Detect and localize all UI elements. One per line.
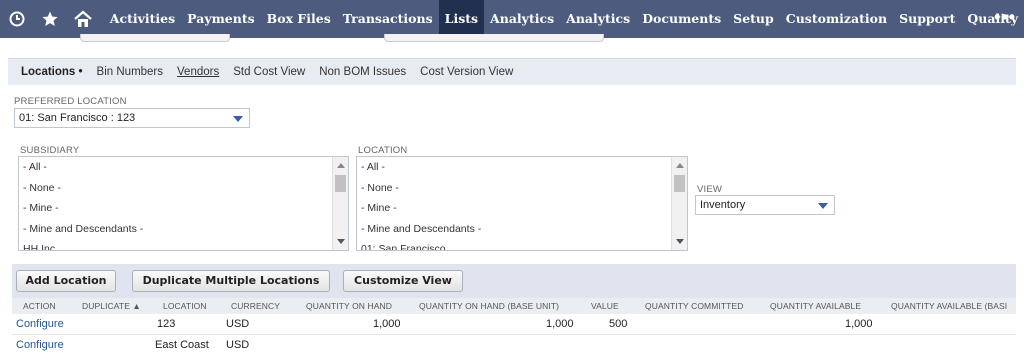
column-header-quantity-available[interactable]: QUANTITY AVAILABLE [770, 301, 861, 311]
chevron-down-icon [818, 203, 828, 209]
location-option[interactable]: - None - [357, 178, 687, 199]
location-option[interactable]: - All - [357, 157, 687, 178]
location-listbox[interactable]: - All - - None - - Mine - - Mine and Des… [356, 156, 688, 251]
column-header-quantity-on-hand[interactable]: QUANTITY ON HAND [306, 301, 392, 311]
location-option[interactable]: - Mine - [357, 198, 687, 219]
tab-vendors-label: Vendors [177, 66, 220, 78]
location-scrollbar[interactable] [671, 157, 687, 250]
menu-support[interactable]: Support [893, 0, 961, 38]
row-quantity-available: 1,000 [845, 318, 873, 330]
subsidiary-scrollbar[interactable] [332, 157, 348, 250]
menu-documents[interactable]: Documents [636, 0, 727, 38]
row-quantity-on-hand-base: 1,000 [546, 318, 574, 330]
star-icon[interactable] [33, 0, 66, 38]
menu-analytics[interactable]: Analytics [484, 0, 560, 38]
menu-setup[interactable]: Setup [727, 0, 780, 38]
menu-transactions[interactable]: Transactions [337, 0, 439, 38]
column-header-quantity-on-hand-base[interactable]: QUANTITY ON HAND (BASE UNIT) [419, 301, 559, 311]
scroll-down-icon[interactable] [337, 239, 345, 244]
secondary-field-edge [384, 34, 604, 42]
menu-customization[interactable]: Customization [780, 0, 893, 38]
home-icon[interactable] [67, 0, 100, 38]
location-label: LOCATION [358, 145, 408, 156]
row-location: 123 [157, 318, 176, 330]
scroll-thumb[interactable] [335, 175, 346, 192]
menu-activities[interactable]: Activities [104, 0, 181, 38]
column-header-value[interactable]: VALUE [591, 301, 619, 311]
main-menu: Activities Payments Box Files Transactio… [104, 0, 1024, 38]
subsidiary-option[interactable]: - Mine - [19, 198, 348, 219]
row-currency: USD [226, 318, 250, 330]
row-quantity-on-hand: 1,000 [373, 318, 401, 330]
scroll-up-icon[interactable] [676, 163, 684, 168]
subsidiary-option[interactable]: - Mine and Descendants - [19, 219, 348, 240]
view-select[interactable]: Inventory [695, 195, 835, 215]
preferred-location-label: PREFERRED LOCATION [14, 96, 127, 107]
location-option[interactable]: 01: San Francisco [357, 239, 687, 250]
configure-link[interactable]: Configure [16, 339, 64, 351]
chevron-down-icon [233, 116, 243, 122]
tab-locations[interactable]: Locations • [14, 66, 90, 78]
menu-analytics-2[interactable]: Analytics [560, 0, 636, 38]
configure-link[interactable]: Configure [16, 318, 64, 330]
tab-non-bom-issues[interactable]: Non BOM Issues [312, 66, 413, 78]
menu-payments[interactable]: Payments [181, 0, 261, 38]
add-location-button[interactable]: Add Location [16, 270, 116, 292]
tab-cost-version-view[interactable]: Cost Version View [413, 66, 520, 78]
row-location: East Coast [155, 339, 209, 351]
scroll-down-icon[interactable] [676, 239, 684, 244]
top-navigation-bar: Activities Payments Box Files Transactio… [0, 0, 1024, 38]
preferred-location-value: 01: San Francisco : 123 [19, 112, 136, 124]
tab-vendors[interactable]: Vendors [170, 66, 226, 78]
row-value: 500 [609, 318, 628, 330]
scroll-thumb[interactable] [674, 175, 685, 192]
view-value: Inventory [700, 199, 746, 211]
column-header-quantity-available-base[interactable]: QUANTITY AVAILABLE (BASI [891, 301, 1016, 311]
preferred-location-select[interactable]: 01: San Francisco : 123 [14, 108, 250, 128]
location-option[interactable]: - Mine and Descendants - [357, 219, 687, 240]
subsidiary-label: SUBSIDIARY [20, 145, 80, 156]
customize-view-button[interactable]: Customize View [343, 270, 463, 292]
column-header-action[interactable]: ACTION [23, 301, 56, 311]
column-header-duplicate[interactable]: DUPLICATE ▲ [82, 301, 141, 311]
subsidiary-option[interactable]: - All - [19, 157, 348, 178]
subsidiary-listbox[interactable]: - All - - None - - Mine - - Mine and Des… [18, 156, 349, 251]
row-divider [12, 334, 1016, 335]
column-header-quantity-committed[interactable]: QUANTITY COMMITTED [645, 301, 743, 311]
tab-bin-numbers[interactable]: Bin Numbers [90, 66, 170, 78]
duplicate-multiple-locations-button[interactable]: Duplicate Multiple Locations [132, 270, 330, 292]
tab-std-cost-view[interactable]: Std Cost View [226, 66, 312, 78]
subsidiary-option[interactable]: HH Inc [19, 239, 348, 250]
column-header-location[interactable]: LOCATION [163, 301, 207, 311]
global-search-field-edge [80, 34, 230, 42]
scroll-up-icon[interactable] [337, 163, 345, 168]
more-menu-icon[interactable]: ••• [994, 0, 1016, 38]
row-currency: USD [226, 339, 250, 351]
menu-box-files[interactable]: Box Files [261, 0, 337, 38]
subsidiary-option[interactable]: - None - [19, 178, 348, 199]
recent-history-icon[interactable] [0, 0, 33, 38]
view-label: VIEW [697, 184, 723, 195]
column-header-currency[interactable]: CURRENCY [231, 301, 280, 311]
sublist-tabs: Locations • Bin Numbers Vendors Std Cost… [8, 58, 1016, 85]
menu-lists[interactable]: Lists [438, 0, 485, 38]
